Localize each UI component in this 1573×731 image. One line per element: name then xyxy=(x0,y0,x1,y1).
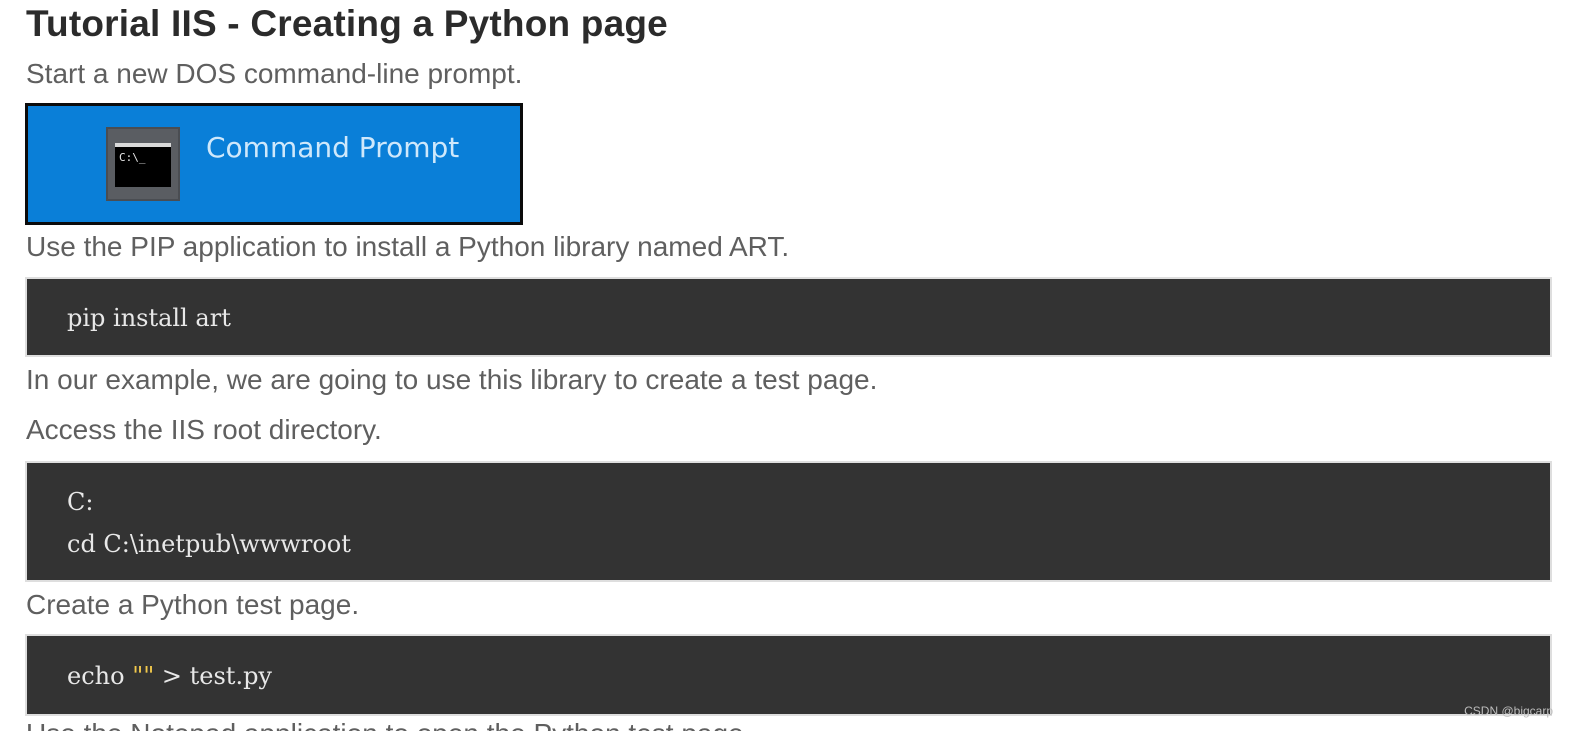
paragraph-create-test-page: Create a Python test page. xyxy=(26,589,360,620)
command-prompt-screenshot: C:\_ Command Prompt xyxy=(25,103,523,225)
code-block-cd: C: cd C:\inetpub\wwwroot xyxy=(25,461,1552,582)
code-redirect: > test.py xyxy=(154,662,272,690)
code-string: "" xyxy=(132,662,155,690)
code-block-pip: pip install art xyxy=(25,277,1552,357)
command-prompt-icon: C:\_ xyxy=(106,127,180,201)
code-line: C: xyxy=(67,488,94,516)
paragraph-start-dos: Start a new DOS command-line prompt. xyxy=(26,58,523,89)
page-title: Tutorial IIS - Creating a Python page xyxy=(26,3,668,44)
code-line: cd C:\inetpub\wwwroot xyxy=(67,530,351,558)
code-line: echo "" > test.py xyxy=(67,662,272,690)
paragraph-access-iis: Access the IIS root directory. xyxy=(26,414,382,445)
code-line: pip install art xyxy=(67,304,231,332)
tutorial-page: Tutorial IIS - Creating a Python page St… xyxy=(0,0,1573,731)
paragraph-example: In our example, we are going to use this… xyxy=(26,364,878,395)
paragraph-notepad: Use the Notepad application to open the … xyxy=(26,718,751,731)
paragraph-pip-install: Use the PIP application to install a Pyt… xyxy=(26,231,790,262)
command-prompt-label: Command Prompt xyxy=(206,131,460,164)
cmd-icon-glyph: C:\_ xyxy=(115,143,171,187)
code-command: echo xyxy=(67,662,133,690)
code-block-echo: echo "" > test.py xyxy=(25,634,1552,716)
watermark: CSDN @bigcarp xyxy=(1464,704,1553,718)
